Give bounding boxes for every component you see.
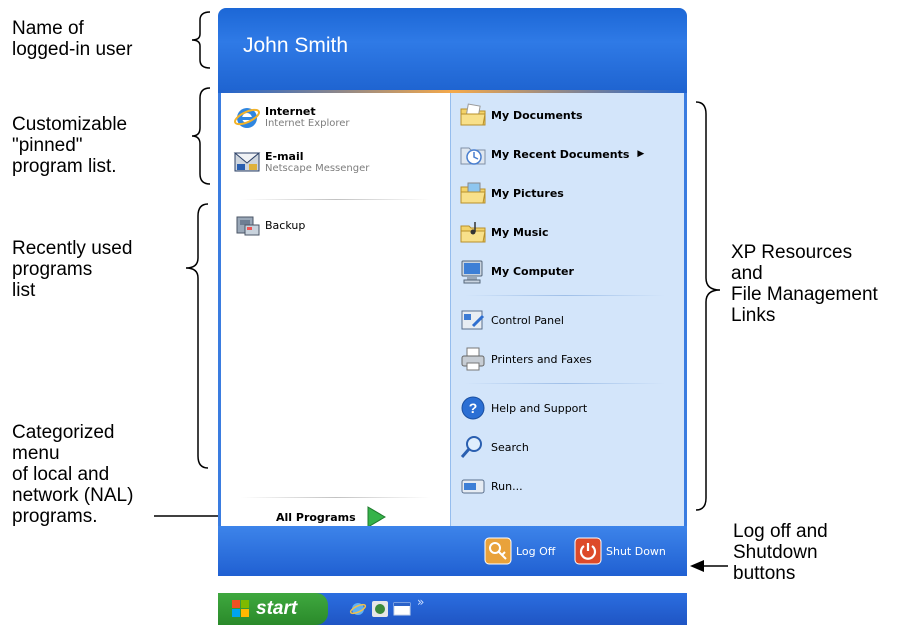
search-icon bbox=[460, 436, 482, 458]
right-separator-2 bbox=[465, 383, 665, 384]
annotation-recent-list: Recently used programs list bbox=[12, 238, 133, 301]
backup-icon bbox=[236, 216, 260, 236]
help-support-link[interactable]: ? Help and Support bbox=[459, 394, 587, 422]
arrow-logoff bbox=[690, 560, 728, 572]
my-pictures-link[interactable]: My Pictures bbox=[459, 179, 564, 207]
control-panel-icon bbox=[461, 310, 485, 330]
annotation-user-name: Name of logged-in user bbox=[12, 18, 133, 60]
right-separator-1 bbox=[465, 295, 665, 296]
shut-down-button[interactable]: Shut Down bbox=[574, 537, 666, 565]
windows-logo-icon bbox=[232, 600, 249, 617]
email-icon bbox=[233, 152, 261, 172]
search-link[interactable]: Search bbox=[459, 433, 529, 461]
annotation-resources: XP Resources and File Management Links bbox=[731, 242, 878, 326]
recent-documents-icon bbox=[460, 147, 486, 165]
start-menu: John Smith Internet Internet Explorer E-… bbox=[218, 8, 687, 593]
taskbar: start » bbox=[218, 593, 687, 625]
folder-music-icon bbox=[460, 222, 486, 243]
my-recent-documents-label: My Recent Documents bbox=[491, 147, 630, 161]
green-arrow-icon bbox=[367, 506, 386, 528]
quicklaunch-media-icon[interactable] bbox=[371, 600, 389, 618]
pinned-internet-subtitle: Internet Explorer bbox=[265, 118, 350, 129]
search-label: Search bbox=[491, 440, 529, 454]
start-menu-footer: Log Off Shut Down bbox=[218, 526, 687, 576]
my-computer-label: My Computer bbox=[491, 264, 574, 278]
log-off-icon bbox=[484, 537, 512, 565]
recent-backup[interactable]: Backup bbox=[233, 211, 305, 239]
user-name: John Smith bbox=[243, 34, 349, 57]
pinned-email[interactable]: E-mail Netscape Messenger bbox=[233, 148, 369, 176]
my-computer-link[interactable]: My Computer bbox=[459, 257, 574, 285]
computer-icon bbox=[461, 260, 483, 284]
annotation-pinned-list: Customizable "pinned" program list. bbox=[12, 114, 128, 177]
shut-down-label: Shut Down bbox=[606, 544, 666, 558]
folder-pictures-icon bbox=[460, 182, 486, 204]
annotation-categorized-menu: Categorized menu of local and network (N… bbox=[12, 422, 134, 527]
my-recent-documents-link[interactable]: My Recent Documents ▶ bbox=[459, 140, 669, 168]
quicklaunch-desktop-icon[interactable] bbox=[393, 600, 411, 618]
printer-icon bbox=[461, 347, 485, 371]
run-icon bbox=[461, 479, 485, 494]
brace-pinned bbox=[191, 87, 211, 185]
recent-backup-label: Backup bbox=[265, 218, 306, 232]
control-panel-label: Control Panel bbox=[491, 313, 564, 327]
brace-recent bbox=[185, 203, 209, 469]
printers-faxes-link[interactable]: Printers and Faxes bbox=[459, 345, 592, 373]
help-support-label: Help and Support bbox=[491, 401, 588, 415]
start-button[interactable]: start bbox=[218, 593, 328, 625]
quicklaunch-ie-icon[interactable] bbox=[349, 600, 367, 618]
pinned-separator bbox=[241, 199, 431, 200]
pinned-email-subtitle: Netscape Messenger bbox=[265, 163, 370, 174]
run-link[interactable]: Run... bbox=[459, 472, 523, 500]
run-label: Run... bbox=[491, 479, 523, 493]
submenu-arrow-icon: ▶ bbox=[637, 149, 645, 159]
pinned-internet-title: Internet bbox=[265, 105, 316, 118]
my-pictures-label: My Pictures bbox=[491, 186, 564, 200]
all-programs-separator bbox=[241, 497, 431, 498]
brace-user bbox=[191, 11, 211, 69]
printers-faxes-label: Printers and Faxes bbox=[491, 352, 592, 366]
log-off-label: Log Off bbox=[516, 544, 556, 558]
control-panel-link[interactable]: Control Panel bbox=[459, 306, 564, 334]
annotation-logoff: Log off and Shutdown buttons bbox=[733, 521, 828, 584]
left-pane: Internet Internet Explorer E-mail Netsca… bbox=[218, 93, 450, 528]
help-icon: ? bbox=[461, 396, 485, 420]
pinned-email-title: E-mail bbox=[265, 150, 304, 163]
my-documents-label: My Documents bbox=[491, 108, 583, 122]
my-documents-link[interactable]: My Documents bbox=[459, 101, 583, 129]
all-programs-label: All Programs bbox=[276, 510, 356, 524]
pinned-internet[interactable]: Internet Internet Explorer bbox=[233, 103, 350, 131]
start-menu-header: John Smith bbox=[218, 8, 687, 93]
my-music-label: My Music bbox=[491, 225, 549, 239]
right-pane: My Documents My Recent Documents ▶ My Pi… bbox=[450, 93, 687, 526]
internet-explorer-icon bbox=[234, 108, 260, 128]
brace-resources bbox=[695, 101, 721, 511]
log-off-button[interactable]: Log Off bbox=[484, 537, 555, 565]
shut-down-icon bbox=[574, 537, 602, 565]
my-music-link[interactable]: My Music bbox=[459, 218, 549, 246]
svg-text:?: ? bbox=[469, 400, 478, 416]
folder-documents-icon bbox=[460, 103, 486, 126]
quicklaunch-overflow-icon[interactable]: » bbox=[417, 595, 424, 609]
start-label: start bbox=[256, 598, 298, 619]
